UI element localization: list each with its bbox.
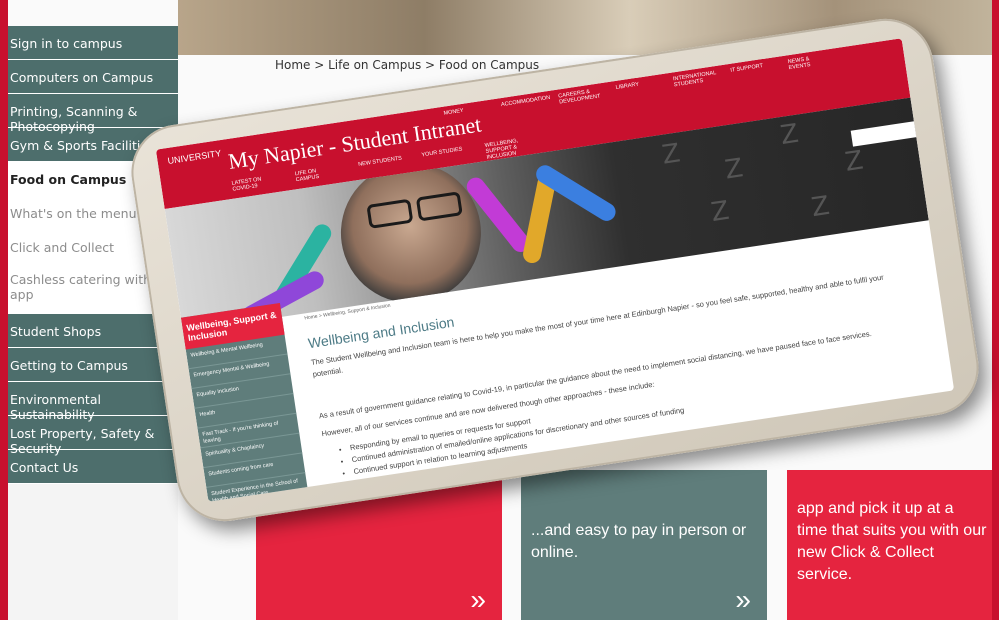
tile-text: ...and easy to pay in person or online. [531,522,747,561]
top-nav-item[interactable]: Accommodation [501,95,551,114]
tile-arrow-icon[interactable]: » [470,584,486,616]
pattern-z: Z [660,138,683,171]
pattern-z: Z [722,153,746,186]
top-nav-item[interactable]: IT Support [730,61,775,79]
breadcrumb: Home > Life on Campus > Food on Campus [275,58,540,72]
university-logo[interactable]: UNIVERSITY [167,148,222,166]
section-sidebar: Wellbeing, Support & Inclusion Wellbeing… [180,303,312,502]
pattern-z: Z [709,195,732,229]
tile-arrow-icon[interactable]: » [735,584,751,616]
top-nav-item[interactable]: News & Events [787,53,832,71]
top-nav-item[interactable]: Library [615,79,660,97]
pattern-z: Z [778,118,801,152]
pattern-z: Z [843,145,866,178]
sidebar-item[interactable]: Environmental Sustainability [8,382,178,422]
sidebar-item[interactable]: Sign in to campus [8,26,178,60]
sidebar-item[interactable]: Printing, Scanning & Photocopying [8,94,178,134]
tile-text: app and pick it up at a time that suits … [797,500,987,583]
info-tile-3[interactable]: app and pick it up at a time that suits … [787,470,992,620]
brand-strip [0,0,8,620]
right-edge-strip [992,0,999,620]
section-sidebar-list: Wellbeing & Mental Wellbeing Emergency Me… [185,334,320,502]
top-nav-item[interactable]: International Students [673,70,718,88]
glasses-lens [366,198,414,229]
info-tile-2[interactable]: ...and easy to pay in person or online. … [521,470,767,620]
sidebar-item[interactable]: Getting to Campus [8,348,178,382]
sidebar-item[interactable]: Computers on Campus [8,60,178,94]
glasses-lens [415,191,463,222]
pattern-z: Z [809,190,832,224]
top-nav-item[interactable]: Careers & Development [558,87,603,106]
